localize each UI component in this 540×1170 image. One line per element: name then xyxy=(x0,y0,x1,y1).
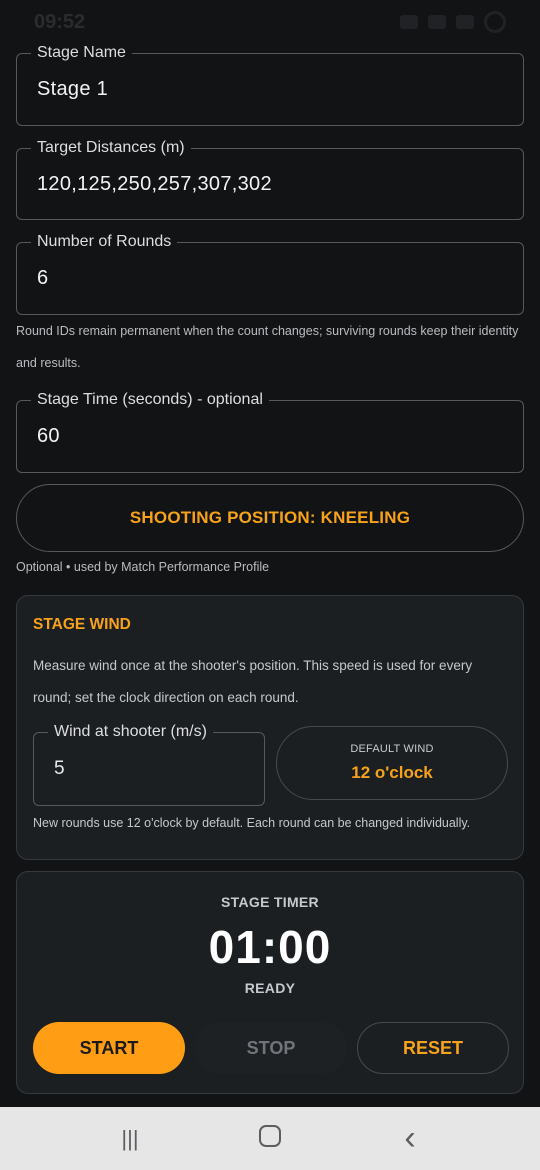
stage-wind-title: STAGE WIND xyxy=(33,616,131,633)
target-distances-field[interactable]: Target Distances (m) 120,125,250,257,307… xyxy=(16,138,524,220)
number-of-rounds-label: Number of Rounds xyxy=(31,232,178,252)
wifi-icon xyxy=(428,15,446,29)
home-icon xyxy=(259,1124,281,1147)
start-button[interactable]: START xyxy=(33,1022,185,1074)
stage-wind-card: STAGE WIND Measure wind once at the shoo… xyxy=(16,595,524,860)
stage-time-input[interactable]: 60 xyxy=(37,401,60,472)
stage-timer-state: READY xyxy=(244,980,296,996)
stage-name-field[interactable]: Stage Name Stage 1 xyxy=(16,43,524,126)
default-wind-value: 12 o'clock xyxy=(351,763,433,782)
home-button[interactable] xyxy=(240,1124,300,1153)
stage-timer-card: STAGE TIMER 01:00 READY START STOP RESET xyxy=(16,871,524,1094)
system-nav-bar: ||| ‹ xyxy=(0,1107,540,1170)
stage-timer-title: STAGE TIMER xyxy=(221,894,319,910)
wind-at-shooter-field[interactable]: Wind at shooter (m/s) 5 xyxy=(33,722,265,806)
shooting-position-button[interactable]: SHOOTING POSITION: KNEELING xyxy=(16,484,524,552)
stage-time-label: Stage Time (seconds) - optional xyxy=(31,390,269,410)
stage-wind-description: Measure wind once at the shooter's posit… xyxy=(33,658,473,705)
number-of-rounds-input[interactable]: 6 xyxy=(37,243,48,314)
wind-at-shooter-input[interactable]: 5 xyxy=(54,733,65,805)
stage-name-input[interactable]: Stage 1 xyxy=(37,54,108,125)
signal-icon xyxy=(456,15,474,29)
stage-wind-note: New rounds use 12 o'clock by default. Ea… xyxy=(33,816,471,830)
status-icons xyxy=(400,11,506,33)
battery-icon xyxy=(484,11,506,33)
target-distances-input[interactable]: 120,125,250,257,307,302 xyxy=(37,149,272,219)
rounds-hint: Round IDs remain permanent when the coun… xyxy=(16,324,519,370)
number-of-rounds-field[interactable]: Number of Rounds 6 xyxy=(16,232,524,315)
stage-timer-display: 01:00 xyxy=(208,921,332,973)
default-wind-caption: DEFAULT WIND xyxy=(350,743,434,755)
recents-icon[interactable]: ||| xyxy=(100,1126,160,1152)
default-wind-button[interactable]: DEFAULT WIND 12 o'clock xyxy=(276,726,508,800)
stop-button[interactable]: STOP xyxy=(195,1022,347,1074)
mute-icon xyxy=(400,15,418,29)
wind-at-shooter-label: Wind at shooter (m/s) xyxy=(48,722,213,742)
stage-time-field[interactable]: Stage Time (seconds) - optional 60 xyxy=(16,390,524,473)
shooting-position-hint: Optional • used by Match Performance Pro… xyxy=(16,560,270,574)
back-icon[interactable]: ‹ xyxy=(380,1119,440,1158)
status-bar: 09:52 xyxy=(0,0,540,44)
status-time: 09:52 xyxy=(34,10,86,33)
reset-button[interactable]: RESET xyxy=(357,1022,509,1074)
